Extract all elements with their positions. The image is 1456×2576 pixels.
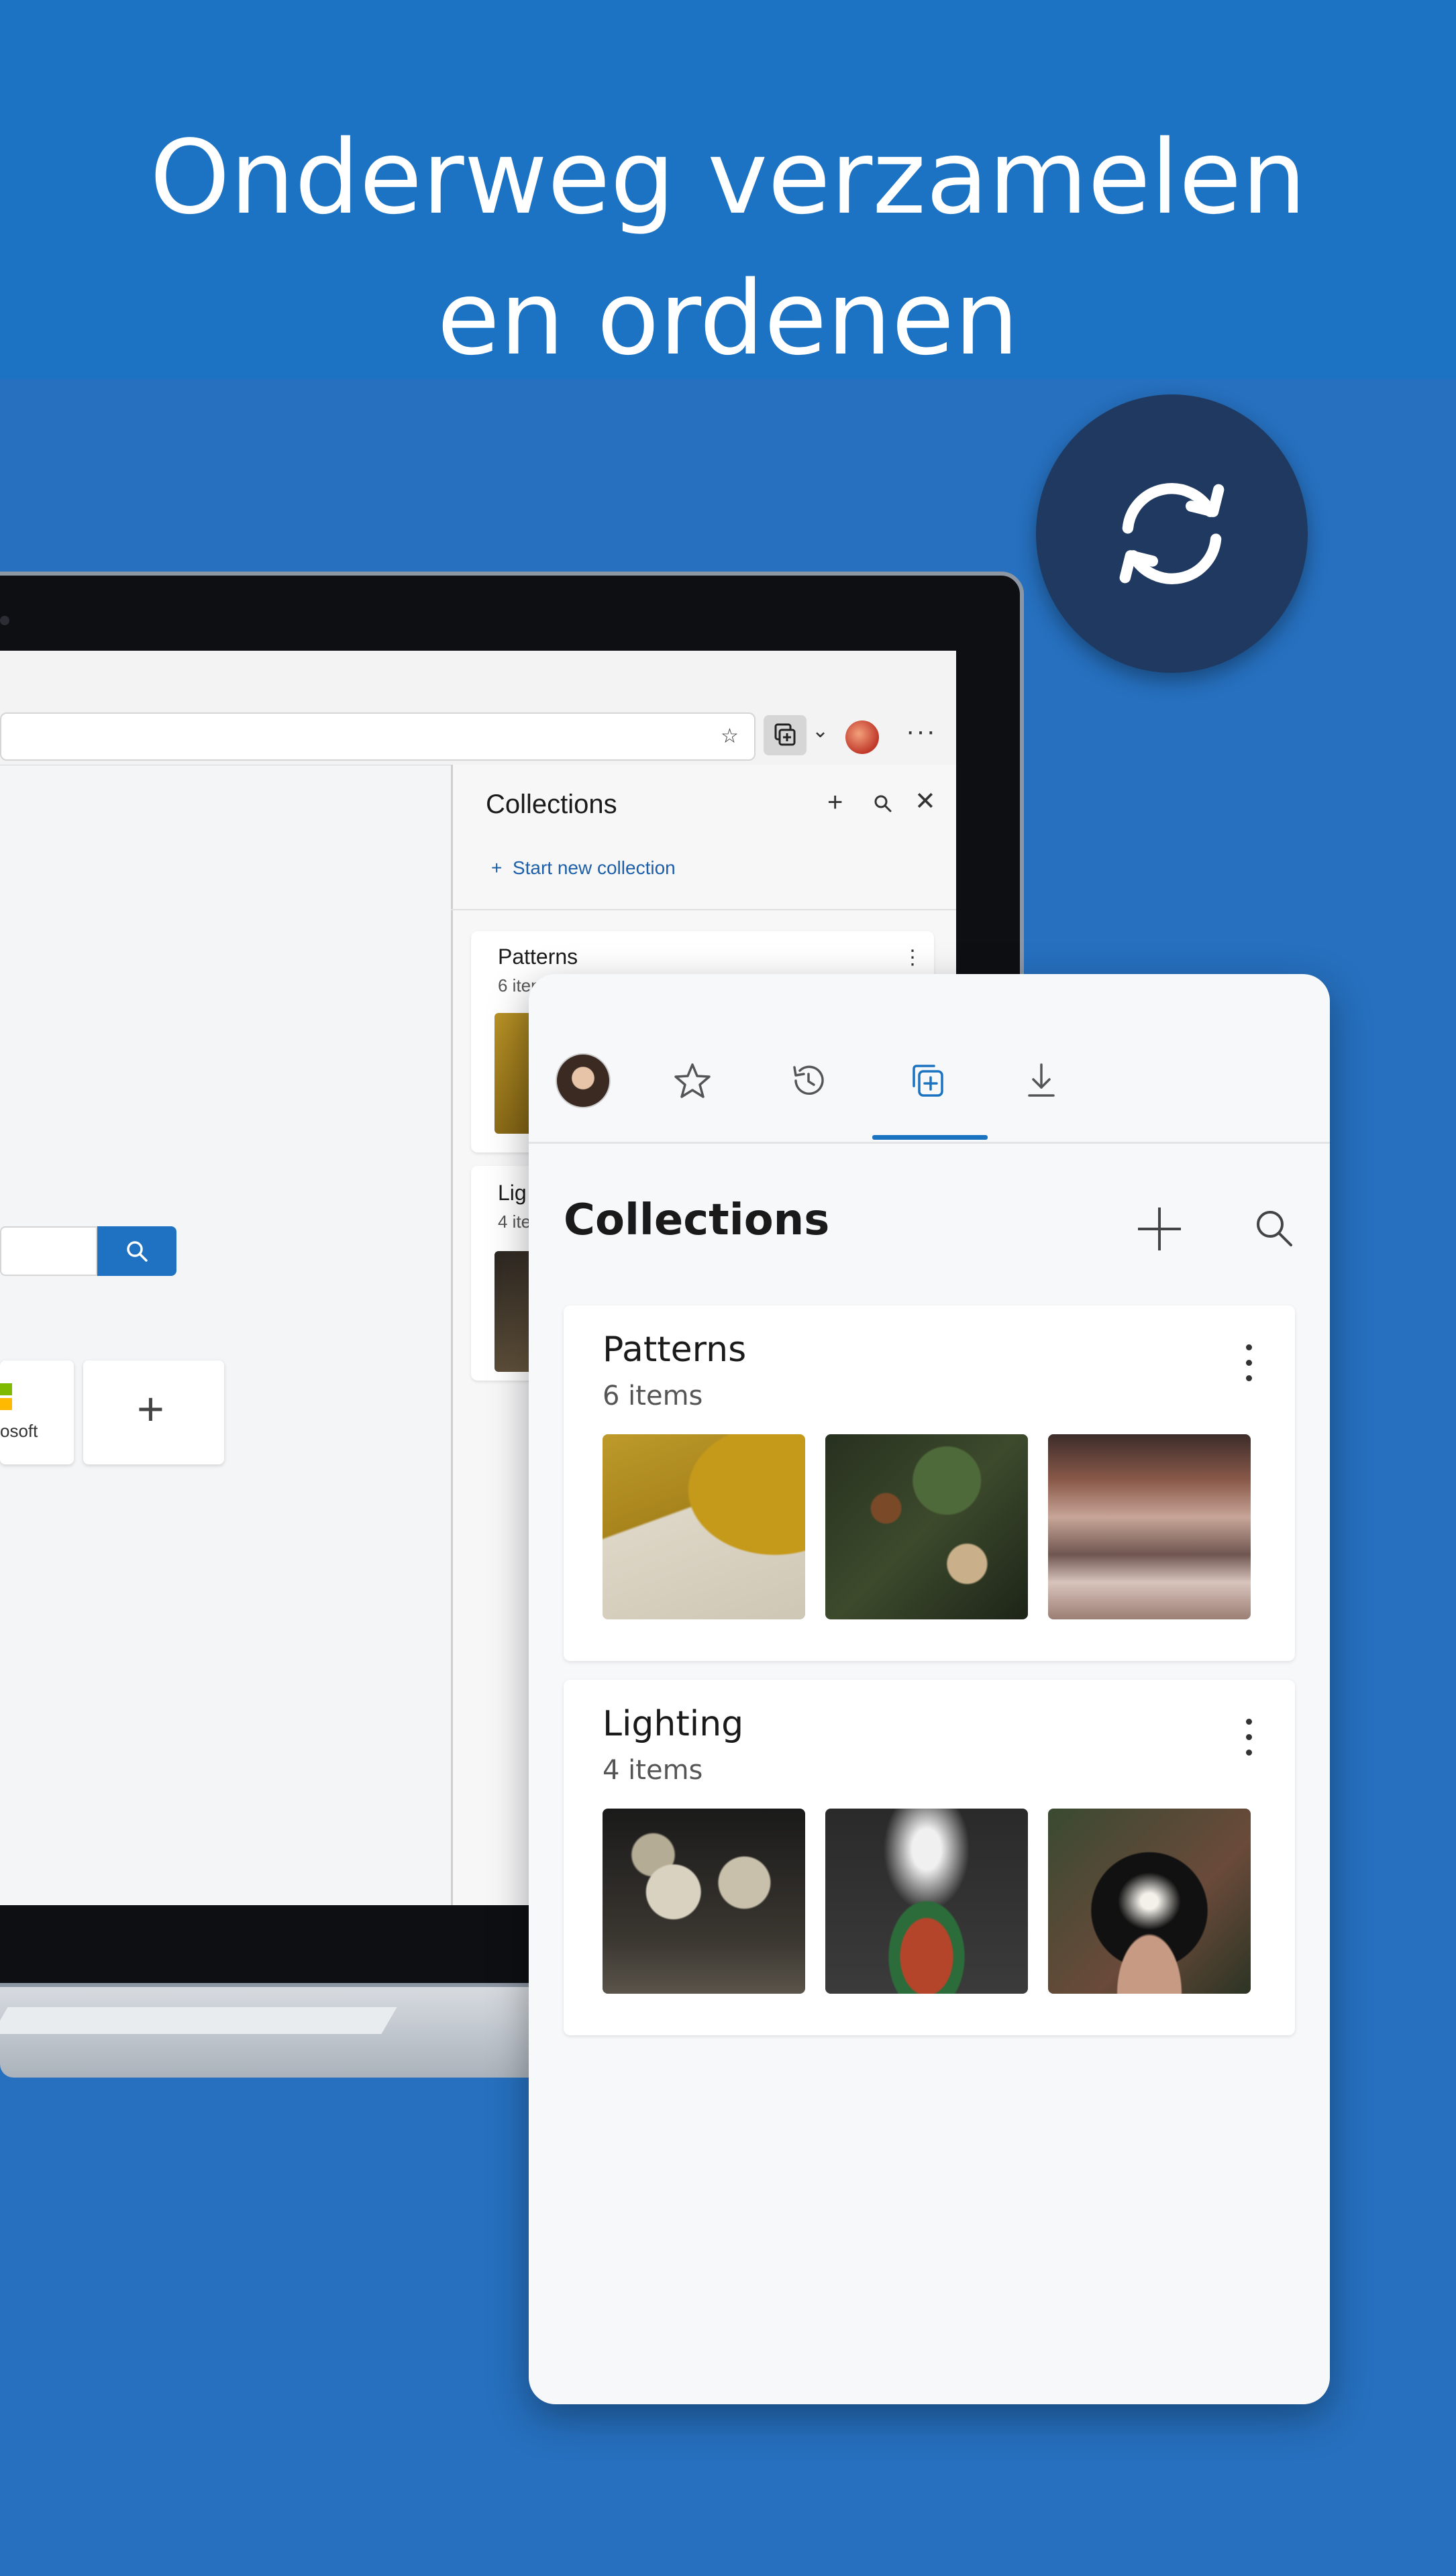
quick-link-label: osoft — [0, 1421, 38, 1441]
collection-card-patterns[interactable]: Patterns 6 items — [564, 1305, 1295, 1661]
history-icon[interactable] — [786, 1059, 829, 1102]
profile-avatar[interactable] — [845, 720, 879, 754]
headline: Onderweg verzamelen en ordenen — [0, 107, 1456, 389]
chevron-down-icon[interactable]: ⌄ — [812, 719, 829, 743]
microsoft-logo-icon — [0, 1383, 12, 1410]
plus-icon: + — [491, 857, 513, 878]
collection-title: Lig — [498, 1181, 527, 1205]
collection-title: Lighting — [603, 1704, 744, 1744]
page-title: Collections — [564, 1195, 830, 1245]
sync-badge — [1036, 394, 1308, 673]
laptop-camera — [0, 616, 9, 625]
quick-link-tile[interactable] — [0, 1360, 74, 1464]
laptop-base-highlight — [0, 2007, 397, 2034]
start-new-collection-label: Start new collection — [512, 857, 676, 878]
collection-title: Patterns — [498, 945, 578, 969]
more-vertical-icon[interactable] — [1245, 1719, 1253, 1766]
collection-thumbnail[interactable] — [603, 1809, 805, 1994]
collections-icon — [774, 723, 796, 746]
tab-active-indicator — [872, 1135, 988, 1140]
more-vertical-icon[interactable]: ⋮ — [902, 946, 923, 969]
avatar[interactable] — [556, 1053, 611, 1108]
favorite-star-icon[interactable]: ☆ — [721, 724, 739, 748]
collection-count: 4 ite — [498, 1212, 531, 1232]
tab-bar — [529, 974, 1330, 1143]
collection-card-lighting[interactable]: Lighting 4 items — [564, 1680, 1295, 2035]
add-collection-button[interactable] — [1133, 1202, 1186, 1256]
more-menu-button[interactable]: ··· — [906, 716, 937, 747]
collection-thumbnail[interactable] — [825, 1434, 1028, 1619]
headline-line-2: en ordenen — [437, 259, 1019, 378]
side-pane-search-icon[interactable] — [872, 793, 894, 814]
more-vertical-icon[interactable] — [1245, 1344, 1253, 1391]
collection-thumbnail[interactable] — [1048, 1809, 1251, 1994]
side-pane-title: Collections — [486, 790, 617, 819]
collection-thumbnail[interactable] — [825, 1809, 1028, 1994]
star-icon[interactable] — [671, 1059, 714, 1102]
search-icon — [127, 1241, 148, 1262]
headline-line-1: Onderweg verzamelen — [150, 118, 1306, 237]
start-new-collection-link[interactable]: + Start new collection — [491, 857, 676, 879]
sync-icon — [1119, 483, 1225, 584]
side-pane-close-button[interactable]: ✕ — [915, 786, 936, 816]
plus-icon: + — [137, 1383, 164, 1435]
download-icon[interactable] — [1020, 1059, 1063, 1102]
collection-thumbnail[interactable] — [603, 1434, 805, 1619]
divider — [451, 909, 956, 910]
collections-icon[interactable] — [906, 1059, 949, 1102]
page-search-input[interactable] — [0, 1226, 97, 1276]
collection-count: 6 items — [603, 1381, 703, 1411]
address-bar[interactable] — [0, 712, 756, 761]
divider — [529, 1142, 1330, 1144]
page-search-button[interactable] — [97, 1226, 176, 1276]
collection-title: Patterns — [603, 1330, 747, 1370]
side-pane-add-button[interactable]: + — [827, 788, 843, 818]
collection-count: 4 items — [603, 1755, 703, 1786]
search-icon[interactable] — [1253, 1208, 1295, 1249]
mobile-app-panel: Collections Patterns 6 items Lighting 4 … — [529, 974, 1330, 2404]
collection-thumbnail[interactable] — [1048, 1434, 1251, 1619]
